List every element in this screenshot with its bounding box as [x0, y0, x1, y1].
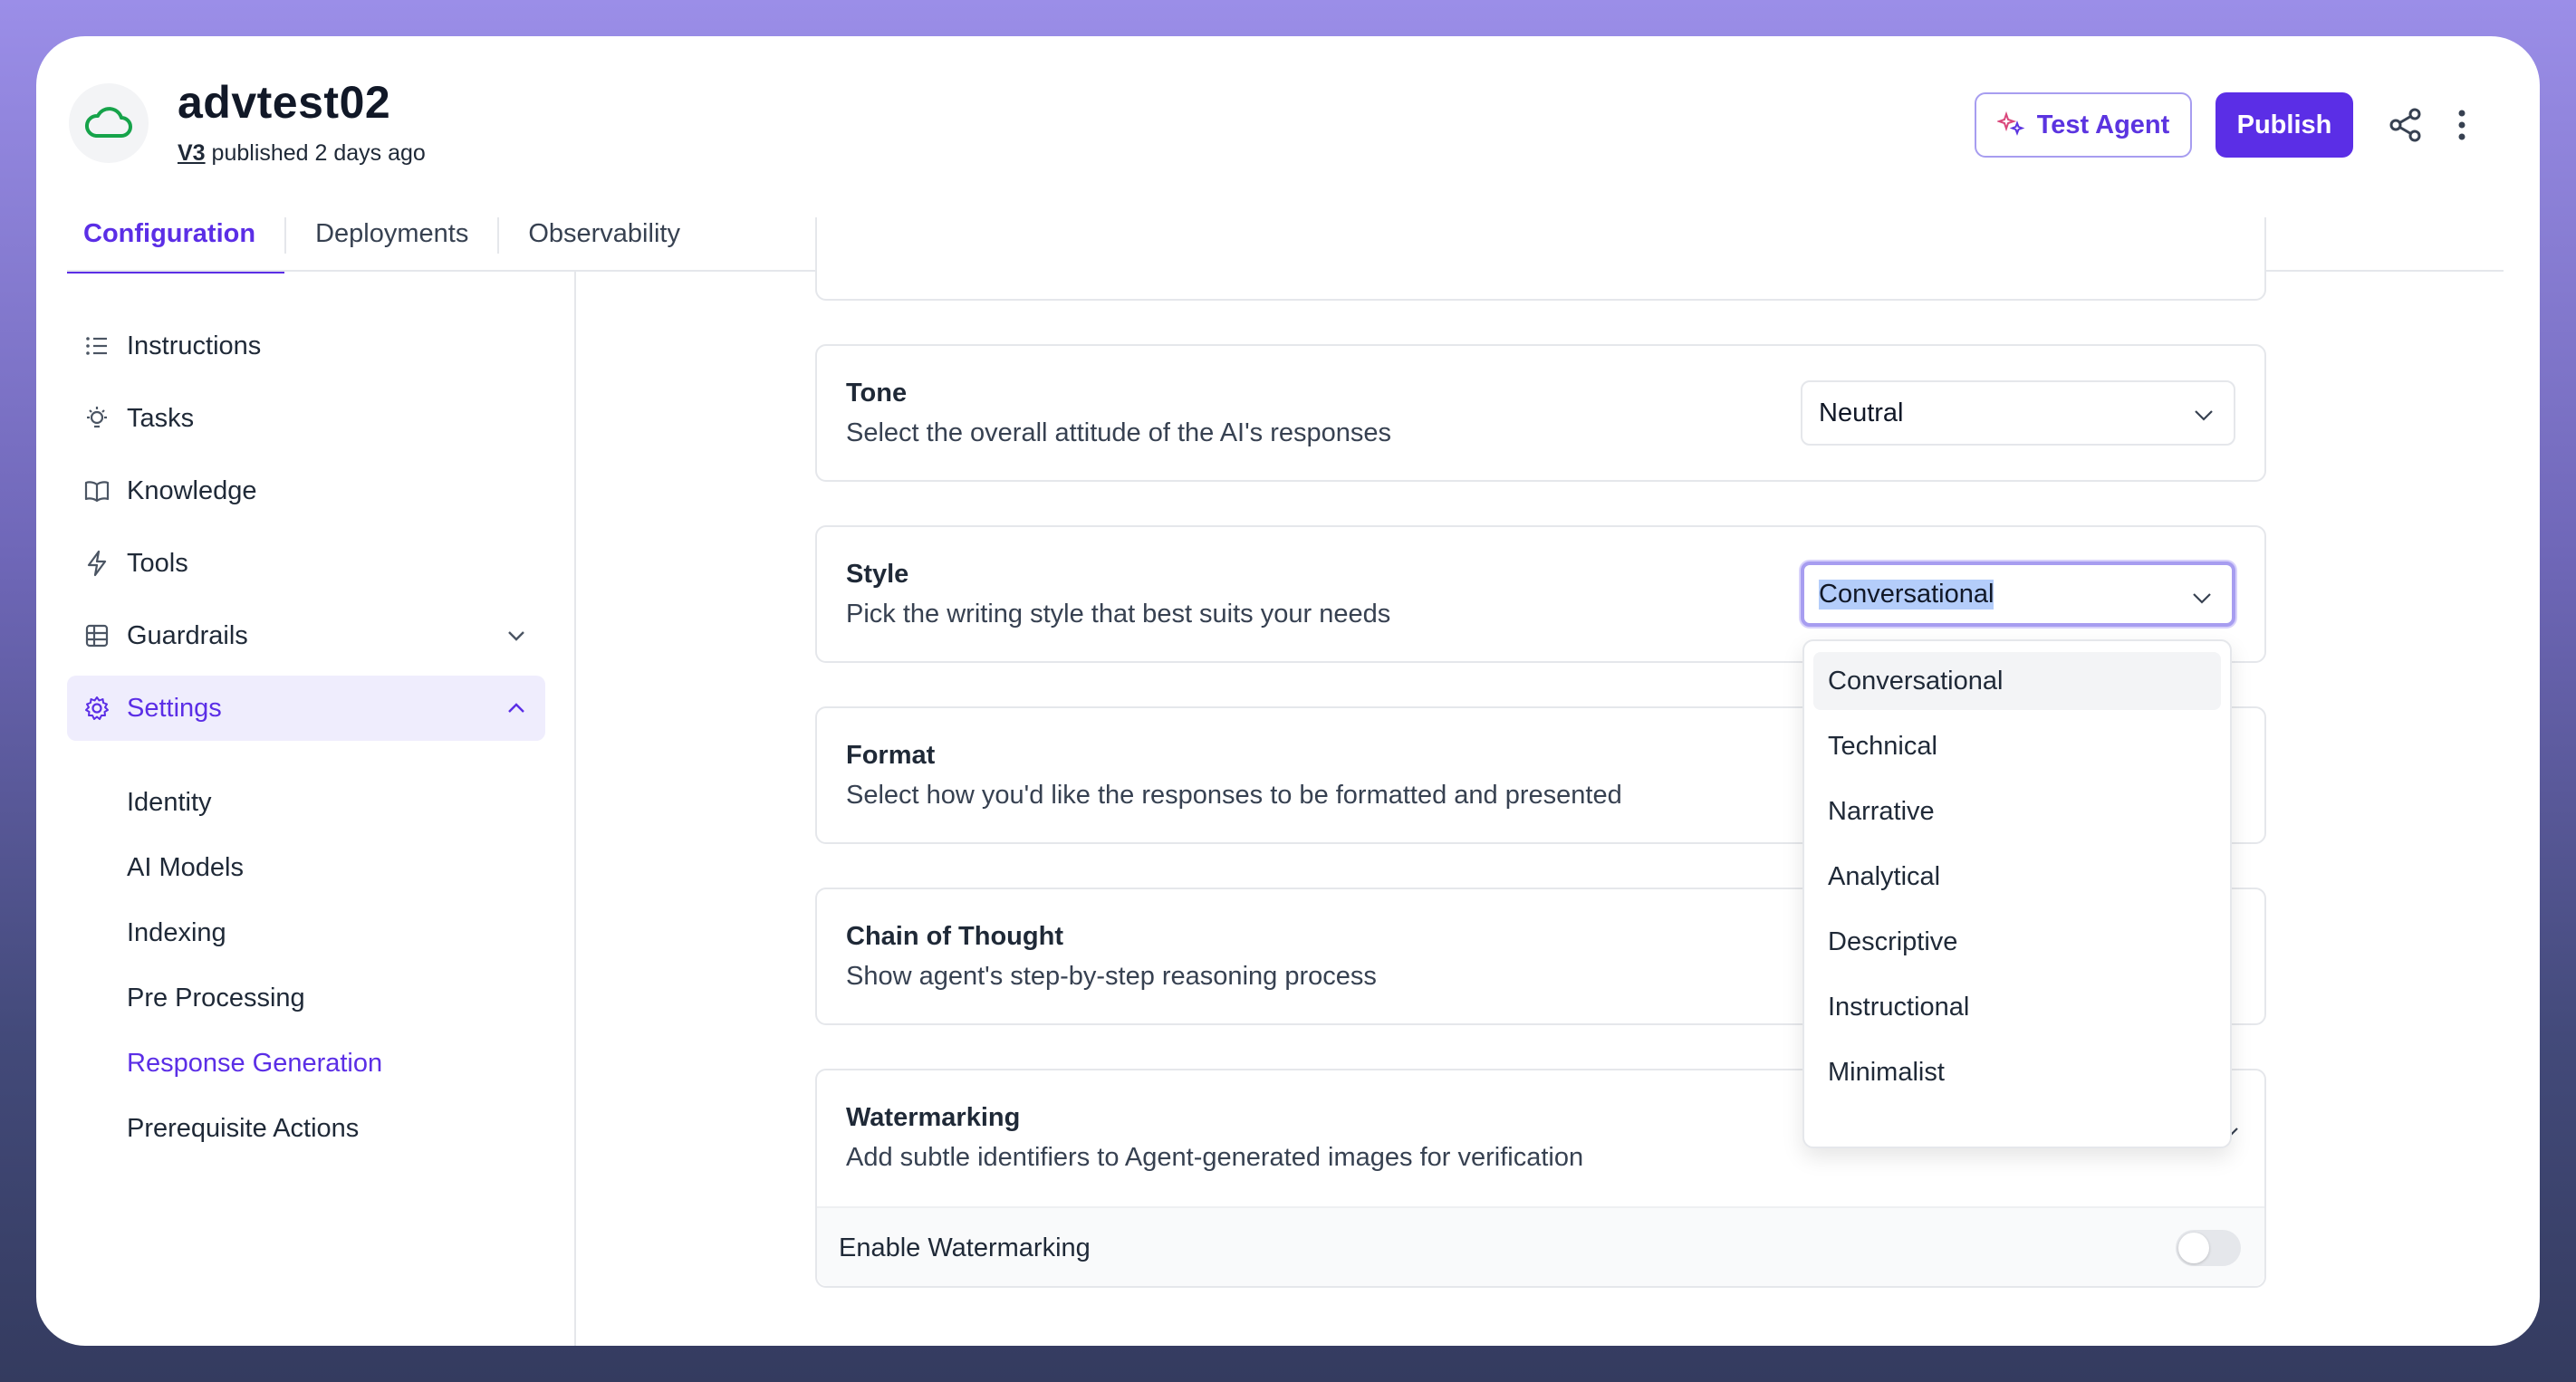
- chevron-up-icon: [508, 703, 524, 713]
- list-icon: [86, 337, 107, 355]
- style-select-value: Conversational: [1819, 579, 1994, 609]
- share-icon[interactable]: [2388, 107, 2424, 143]
- tone-card: Tone Select the overall attitude of the …: [815, 344, 2266, 482]
- published-text: published 2 days ago: [211, 140, 426, 166]
- grid-icon: [85, 624, 109, 648]
- publish-label: Publish: [2236, 110, 2332, 139]
- version-link[interactable]: V3: [178, 140, 206, 166]
- sidebar-item-label: Settings: [127, 693, 222, 723]
- subnav-response-generation[interactable]: Response Generation: [127, 1049, 382, 1079]
- sidebar-item-label: Guardrails: [127, 620, 248, 650]
- test-agent-label: Test Agent: [2036, 110, 2170, 139]
- gear-icon: [85, 696, 109, 720]
- sidebar-item-label: Tools: [127, 548, 188, 578]
- sidebar-item-tools[interactable]: Tools: [67, 531, 545, 596]
- subnav-identity[interactable]: Identity: [127, 788, 212, 818]
- chevron-down-icon: [2193, 593, 2211, 604]
- tone-description: Select the overall attitude of the AI's …: [846, 418, 1392, 447]
- sparkle-ai-icon: [1996, 110, 2025, 136]
- sidebar: Instructions Tasks Knowledge Tools Guard…: [36, 272, 576, 1346]
- subnav-indexing[interactable]: Indexing: [127, 918, 226, 948]
- style-select[interactable]: Conversational: [1801, 561, 2235, 627]
- sidebar-item-settings[interactable]: Settings: [67, 676, 545, 741]
- chevron-down-icon: [508, 631, 524, 641]
- style-option-conversational[interactable]: Conversational: [1813, 652, 2221, 710]
- test-agent-button[interactable]: Test Agent: [1975, 92, 2192, 158]
- watermarking-description: Add subtle identifiers to Agent-generate…: [846, 1143, 1584, 1172]
- sidebar-item-label: Instructions: [127, 331, 262, 360]
- app-window: advtest02 V3 published 2 days ago Test A…: [36, 36, 2540, 1346]
- enable-watermarking-label: Enable Watermarking: [839, 1233, 1091, 1262]
- enable-watermarking-row: Enable Watermarking: [817, 1206, 2264, 1286]
- tab-observability[interactable]: Observability: [499, 206, 709, 272]
- tone-select-value: Neutral: [1819, 398, 1904, 427]
- watermarking-title: Watermarking: [846, 1103, 1021, 1132]
- sidebar-item-tasks[interactable]: Tasks: [67, 386, 545, 451]
- style-option-analytical[interactable]: Analytical: [1813, 848, 2221, 906]
- tab-deployments[interactable]: Deployments: [286, 206, 497, 272]
- sidebar-item-knowledge[interactable]: Knowledge: [67, 458, 545, 523]
- style-dropdown-menu: Conversational Technical Narrative Analy…: [1802, 639, 2232, 1148]
- toggle-knob: [2178, 1233, 2209, 1263]
- more-vertical-icon[interactable]: [2451, 107, 2473, 143]
- previous-card-partial: [815, 217, 2266, 301]
- book-icon: [84, 481, 110, 503]
- subnav-pre-processing[interactable]: Pre Processing: [127, 984, 305, 1013]
- style-option-minimalist[interactable]: Minimalist: [1813, 1043, 2221, 1101]
- publish-status: V3 published 2 days ago: [178, 140, 426, 167]
- style-option-instructional[interactable]: Instructional: [1813, 978, 2221, 1036]
- publish-button[interactable]: Publish: [2216, 92, 2353, 158]
- tab-configuration[interactable]: Configuration: [67, 206, 285, 274]
- style-option-narrative[interactable]: Narrative: [1813, 782, 2221, 840]
- chevron-down-icon: [2195, 410, 2213, 421]
- tab-bar: Configuration Deployments Observability: [67, 206, 709, 274]
- sidebar-item-label: Tasks: [127, 403, 195, 433]
- tone-title: Tone: [846, 379, 908, 408]
- agent-avatar: [69, 83, 149, 163]
- chain-of-thought-description: Show agent's step-by-step reasoning proc…: [846, 962, 1377, 991]
- sidebar-item-guardrails[interactable]: Guardrails: [67, 603, 545, 668]
- style-option-technical[interactable]: Technical: [1813, 717, 2221, 775]
- lightbulb-icon: [87, 407, 107, 428]
- cloud-icon: [84, 107, 132, 138]
- bolt-icon: [87, 550, 107, 577]
- sidebar-item-label: Knowledge: [127, 475, 257, 505]
- agent-name: advtest02: [178, 77, 391, 128]
- style-option-descriptive[interactable]: Descriptive: [1813, 913, 2221, 971]
- enable-watermarking-toggle[interactable]: [2176, 1230, 2241, 1266]
- sidebar-item-instructions[interactable]: Instructions: [67, 313, 545, 379]
- format-title: Format: [846, 741, 936, 770]
- tone-select[interactable]: Neutral: [1801, 380, 2235, 446]
- style-description: Pick the writing style that best suits y…: [846, 600, 1391, 629]
- chain-of-thought-title: Chain of Thought: [846, 922, 1063, 951]
- style-title: Style: [846, 560, 909, 589]
- subnav-prerequisite-actions[interactable]: Prerequisite Actions: [127, 1114, 359, 1144]
- format-description: Select how you'd like the responses to b…: [846, 781, 1622, 810]
- subnav-ai-models[interactable]: AI Models: [127, 853, 244, 883]
